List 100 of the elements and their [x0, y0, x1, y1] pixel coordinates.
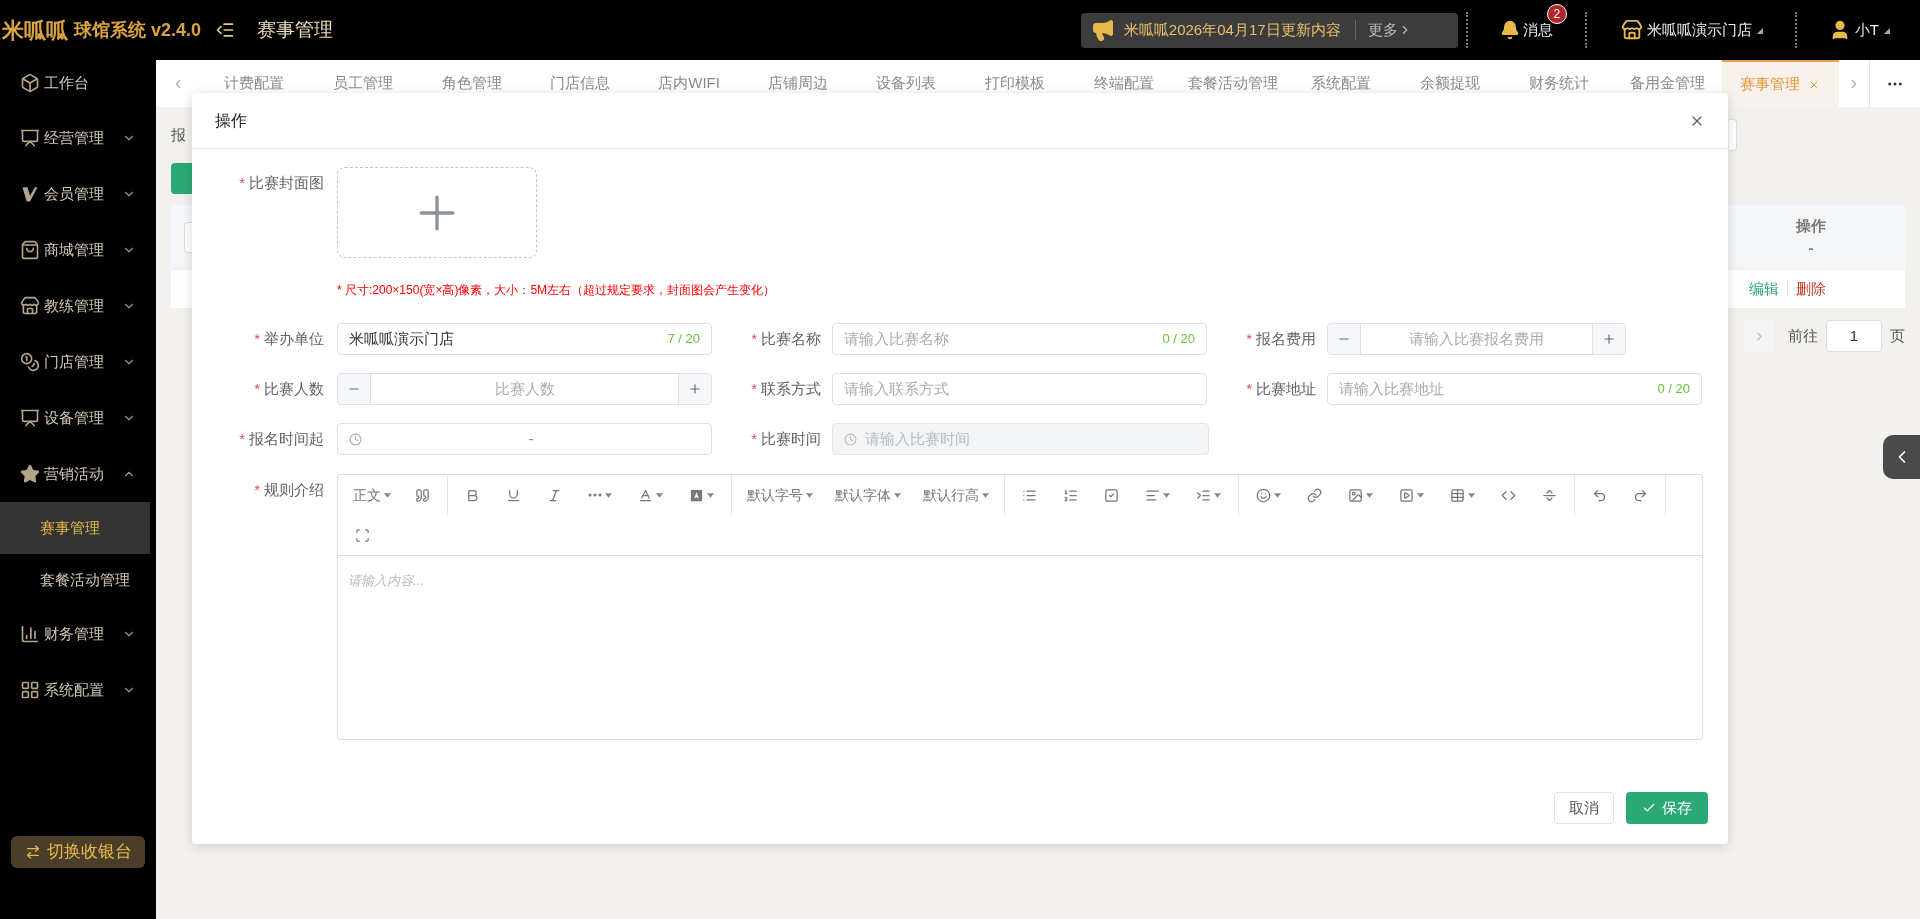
- italic-icon: [547, 487, 562, 503]
- emoji-icon: [1256, 487, 1271, 503]
- increment-button[interactable]: [1592, 324, 1625, 354]
- bag-icon: [20, 240, 40, 260]
- quote-icon: [415, 487, 430, 503]
- required-mark: *: [1246, 329, 1252, 349]
- align-icon: [1145, 487, 1160, 503]
- more-link[interactable]: 更多: [1367, 18, 1412, 42]
- bar-chart-icon: [20, 624, 40, 644]
- store-icon: [20, 296, 40, 316]
- chart-board-icon: [20, 128, 40, 148]
- dropdown-caret-icon: [806, 492, 813, 498]
- undo-icon: [1592, 487, 1607, 503]
- field-label: 举办单位: [264, 329, 324, 349]
- field-label: 联系方式: [761, 379, 821, 399]
- sidebar-item[interactable]: 门店管理: [0, 334, 156, 390]
- plus-icon: [688, 382, 702, 396]
- decrement-button[interactable]: [338, 374, 371, 404]
- image-icon: [1348, 487, 1363, 503]
- menu-fold-icon[interactable]: [215, 20, 236, 40]
- store-name: 米呱呱演示门店: [1646, 19, 1752, 40]
- dropdown-caret-icon: [384, 492, 391, 498]
- switch-cashier-button[interactable]: 切换收银台: [11, 836, 145, 868]
- dropdown-caret-icon: [1468, 492, 1475, 498]
- editor-placeholder: 请输入内容...: [348, 573, 424, 588]
- notice-bar[interactable]: 米呱呱2026年04月17日更新内容 更多: [1080, 12, 1458, 48]
- char-counter: 0 / 20: [1657, 380, 1690, 399]
- numbered-list-icon: [1063, 487, 1078, 503]
- cancel-button[interactable]: 取消: [1554, 792, 1614, 824]
- sidebar-item[interactable]: 商城管理: [0, 222, 156, 278]
- side-panel-handle[interactable]: [1883, 435, 1920, 479]
- field-label: 比赛人数: [264, 379, 324, 399]
- user-menu[interactable]: 小T: [1828, 18, 1890, 42]
- highlight-icon: [689, 487, 704, 503]
- store-selector[interactable]: 米呱呱演示门店: [1620, 18, 1763, 42]
- grid-icon: [20, 680, 40, 700]
- sidebar-item[interactable]: 教练管理: [0, 278, 156, 334]
- dropdown-caret-icon: [1274, 492, 1281, 498]
- filter-label: 报: [171, 124, 186, 145]
- toolbar-dropdown[interactable]: 默认字号: [736, 475, 824, 515]
- sidebar-item[interactable]: 经营管理: [0, 110, 156, 166]
- date-range-field[interactable]: -: [337, 423, 712, 455]
- store-icon: [1620, 19, 1643, 41]
- decrement-button[interactable]: [1328, 324, 1361, 354]
- dropdown-caret-icon: [1417, 492, 1424, 498]
- switch-icon: [24, 844, 41, 860]
- sidebar-item[interactable]: 财务管理: [0, 606, 156, 662]
- increment-button[interactable]: [678, 374, 711, 404]
- filter-field[interactable]: [184, 221, 192, 253]
- image-upload-area[interactable]: [337, 167, 537, 258]
- required-mark: *: [751, 379, 757, 399]
- page-input[interactable]: 1: [1826, 320, 1882, 352]
- star-icon: [20, 464, 40, 484]
- dropdown-caret-icon: [1163, 492, 1170, 498]
- caret-icon: [1755, 26, 1763, 34]
- page-title: 赛事管理: [257, 17, 334, 42]
- plus-icon: [1602, 332, 1616, 346]
- text-field[interactable]: 米呱呱演示门店 7 / 20: [337, 323, 712, 355]
- v-shape-icon: [20, 184, 40, 204]
- dropdown-caret-icon: [894, 492, 901, 498]
- required-mark: *: [751, 329, 757, 349]
- user-name: 小T: [1854, 19, 1879, 40]
- cube-icon: [20, 73, 40, 93]
- sidebar-item[interactable]: 系统配置: [0, 662, 156, 718]
- table-action-link[interactable]: 删除: [1796, 277, 1826, 301]
- sidebar-item[interactable]: 会员管理: [0, 166, 156, 222]
- required-mark: *: [1246, 379, 1252, 399]
- video-icon: [1399, 487, 1414, 503]
- char-counter: 7 / 20: [667, 330, 700, 349]
- rich-text-editor[interactable]: 正文 默认字号 默认字体 默认行高 请输入内容...: [337, 474, 1703, 740]
- speaker-icon: [1090, 18, 1115, 42]
- goto-label: 前往: [1788, 325, 1818, 346]
- field-label: 比赛封面图: [249, 173, 324, 193]
- field-label: 比赛时间: [761, 429, 821, 449]
- toolbar-dropdown[interactable]: 默认字体: [824, 475, 912, 515]
- add-button[interactable]: [171, 163, 192, 194]
- field-label: 比赛名称: [761, 329, 821, 349]
- sidebar-subitem[interactable]: 赛事管理: [0, 502, 150, 554]
- toolbar-dropdown[interactable]: 默认行高: [912, 475, 1000, 515]
- next-page-button[interactable]: [1744, 321, 1774, 351]
- table-action-link[interactable]: 编辑: [1749, 277, 1779, 301]
- save-button[interactable]: 保存: [1626, 792, 1708, 824]
- sidebar-item[interactable]: 营销活动: [0, 446, 156, 502]
- table-icon: [1450, 487, 1465, 503]
- logo: 米呱呱: [2, 16, 68, 45]
- sidebar-item[interactable]: 工作台: [0, 60, 156, 106]
- more-icon: [588, 493, 602, 497]
- required-mark: *: [239, 429, 245, 449]
- required-mark: *: [751, 429, 757, 449]
- field-label: 规则介绍: [264, 480, 324, 500]
- underline-icon: [506, 487, 521, 503]
- sidebar-subitem[interactable]: 套餐活动管理: [0, 554, 150, 606]
- sidebar-item[interactable]: 设备管理: [0, 390, 156, 446]
- search-field[interactable]: [1729, 119, 1737, 151]
- dropdown-caret-icon: [605, 492, 612, 498]
- notification-badge: 2: [1546, 3, 1567, 24]
- toolbar-dropdown[interactable]: 正文: [342, 475, 402, 515]
- field-label: 报名时间起: [249, 429, 324, 449]
- required-mark: *: [254, 480, 260, 500]
- dropdown-caret-icon: [1214, 492, 1221, 498]
